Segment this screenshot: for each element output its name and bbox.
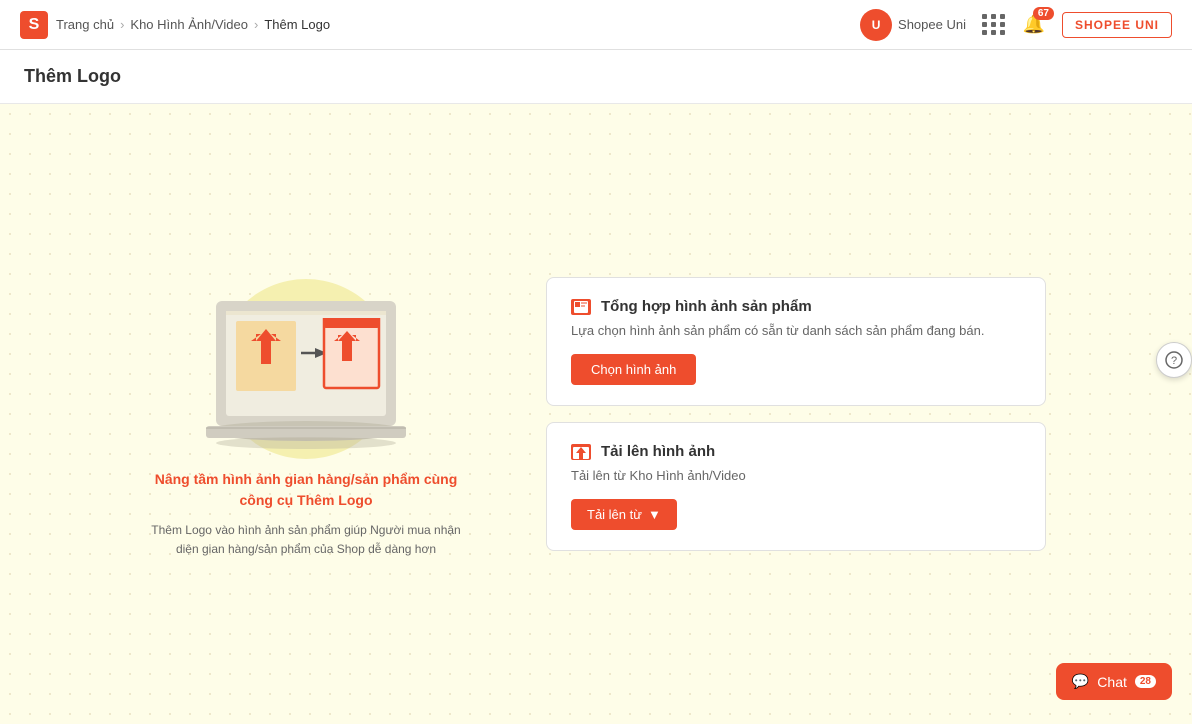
shopee-uni-label: Shopee Uni xyxy=(898,17,966,32)
main-content: Nâng tầm hình ảnh gian hàng/sản phẩm cùn… xyxy=(0,104,1192,724)
card1-desc: Lựa chọn hình ảnh sản phẩm có sẵn từ dan… xyxy=(571,323,1021,338)
svg-text:?: ? xyxy=(1171,355,1177,367)
chat-icon: 💬 xyxy=(1072,673,1089,690)
help-icon: ? xyxy=(1165,351,1183,369)
upload-image-card: Tải lên hình ảnh Tải lên từ Kho Hình ảnh… xyxy=(546,422,1046,551)
card2-title: Tải lên hình ảnh xyxy=(601,443,715,460)
breadcrumb-middle[interactable]: Kho Hình Ảnh/Video xyxy=(130,17,248,32)
header: S Trang chủ › Kho Hình Ảnh/Video › Thêm … xyxy=(0,0,1192,50)
card1-header: Tổng hợp hình ảnh sản phẩm xyxy=(571,298,1021,315)
upload-button[interactable]: Tải lên từ ▼ xyxy=(571,499,677,530)
product-icon xyxy=(571,299,591,315)
card2-header: Tải lên hình ảnh xyxy=(571,443,1021,460)
uni-avatar: U xyxy=(860,9,892,41)
header-right: U Shopee Uni 🔔 67 SHOPEE UNI xyxy=(860,9,1172,41)
card1-title: Tổng hợp hình ảnh sản phẩm xyxy=(601,298,812,315)
shopee-uni[interactable]: U Shopee Uni xyxy=(860,9,966,41)
promo-desc: Thêm Logo vào hình ảnh sản phẩm giúp Ngư… xyxy=(146,521,466,559)
right-section: Tổng hợp hình ảnh sản phẩm Lựa chọn hình… xyxy=(546,277,1046,551)
product-image-card: Tổng hợp hình ảnh sản phẩm Lựa chọn hình… xyxy=(546,277,1046,406)
upload-icon xyxy=(571,444,591,460)
apps-grid-button[interactable] xyxy=(982,14,1006,35)
help-button[interactable]: ? xyxy=(1156,342,1192,378)
left-section: Nâng tầm hình ảnh gian hàng/sản phẩm cùn… xyxy=(146,269,466,559)
shopee-logo[interactable]: S xyxy=(20,11,48,39)
choose-image-button[interactable]: Chọn hình ảnh xyxy=(571,354,696,385)
chat-label: Chat xyxy=(1097,674,1127,690)
promo-title: Nâng tầm hình ảnh gian hàng/sản phẩm cùn… xyxy=(146,469,466,511)
notification-button[interactable]: 🔔 67 xyxy=(1022,13,1046,37)
illustration-container xyxy=(166,269,446,469)
page-title-bar: Thêm Logo xyxy=(0,50,1192,104)
chevron-down-icon: ▼ xyxy=(648,507,661,522)
breadcrumb-current: Thêm Logo xyxy=(264,17,330,32)
breadcrumb-home[interactable]: Trang chủ xyxy=(56,17,114,32)
upload-btn-label: Tải lên từ xyxy=(587,507,642,522)
breadcrumb-sep-1: › xyxy=(120,17,124,32)
breadcrumb-sep-2: › xyxy=(254,17,258,32)
breadcrumb: Trang chủ › Kho Hình Ảnh/Video › Thêm Lo… xyxy=(56,17,330,32)
card2-desc: Tải lên từ Kho Hình ảnh/Video xyxy=(571,468,1021,483)
header-left: S Trang chủ › Kho Hình Ảnh/Video › Thêm … xyxy=(20,11,330,39)
content-wrapper: Nâng tầm hình ảnh gian hàng/sản phẩm cùn… xyxy=(146,269,1046,559)
notification-badge: 67 xyxy=(1033,7,1054,20)
page-title: Thêm Logo xyxy=(24,66,1168,87)
chat-badge: 28 xyxy=(1135,675,1156,688)
shopee-uni-button[interactable]: SHOPEE UNI xyxy=(1062,12,1172,38)
laptop-illustration xyxy=(166,271,446,466)
chat-button[interactable]: 💬 Chat 28 xyxy=(1056,663,1172,700)
